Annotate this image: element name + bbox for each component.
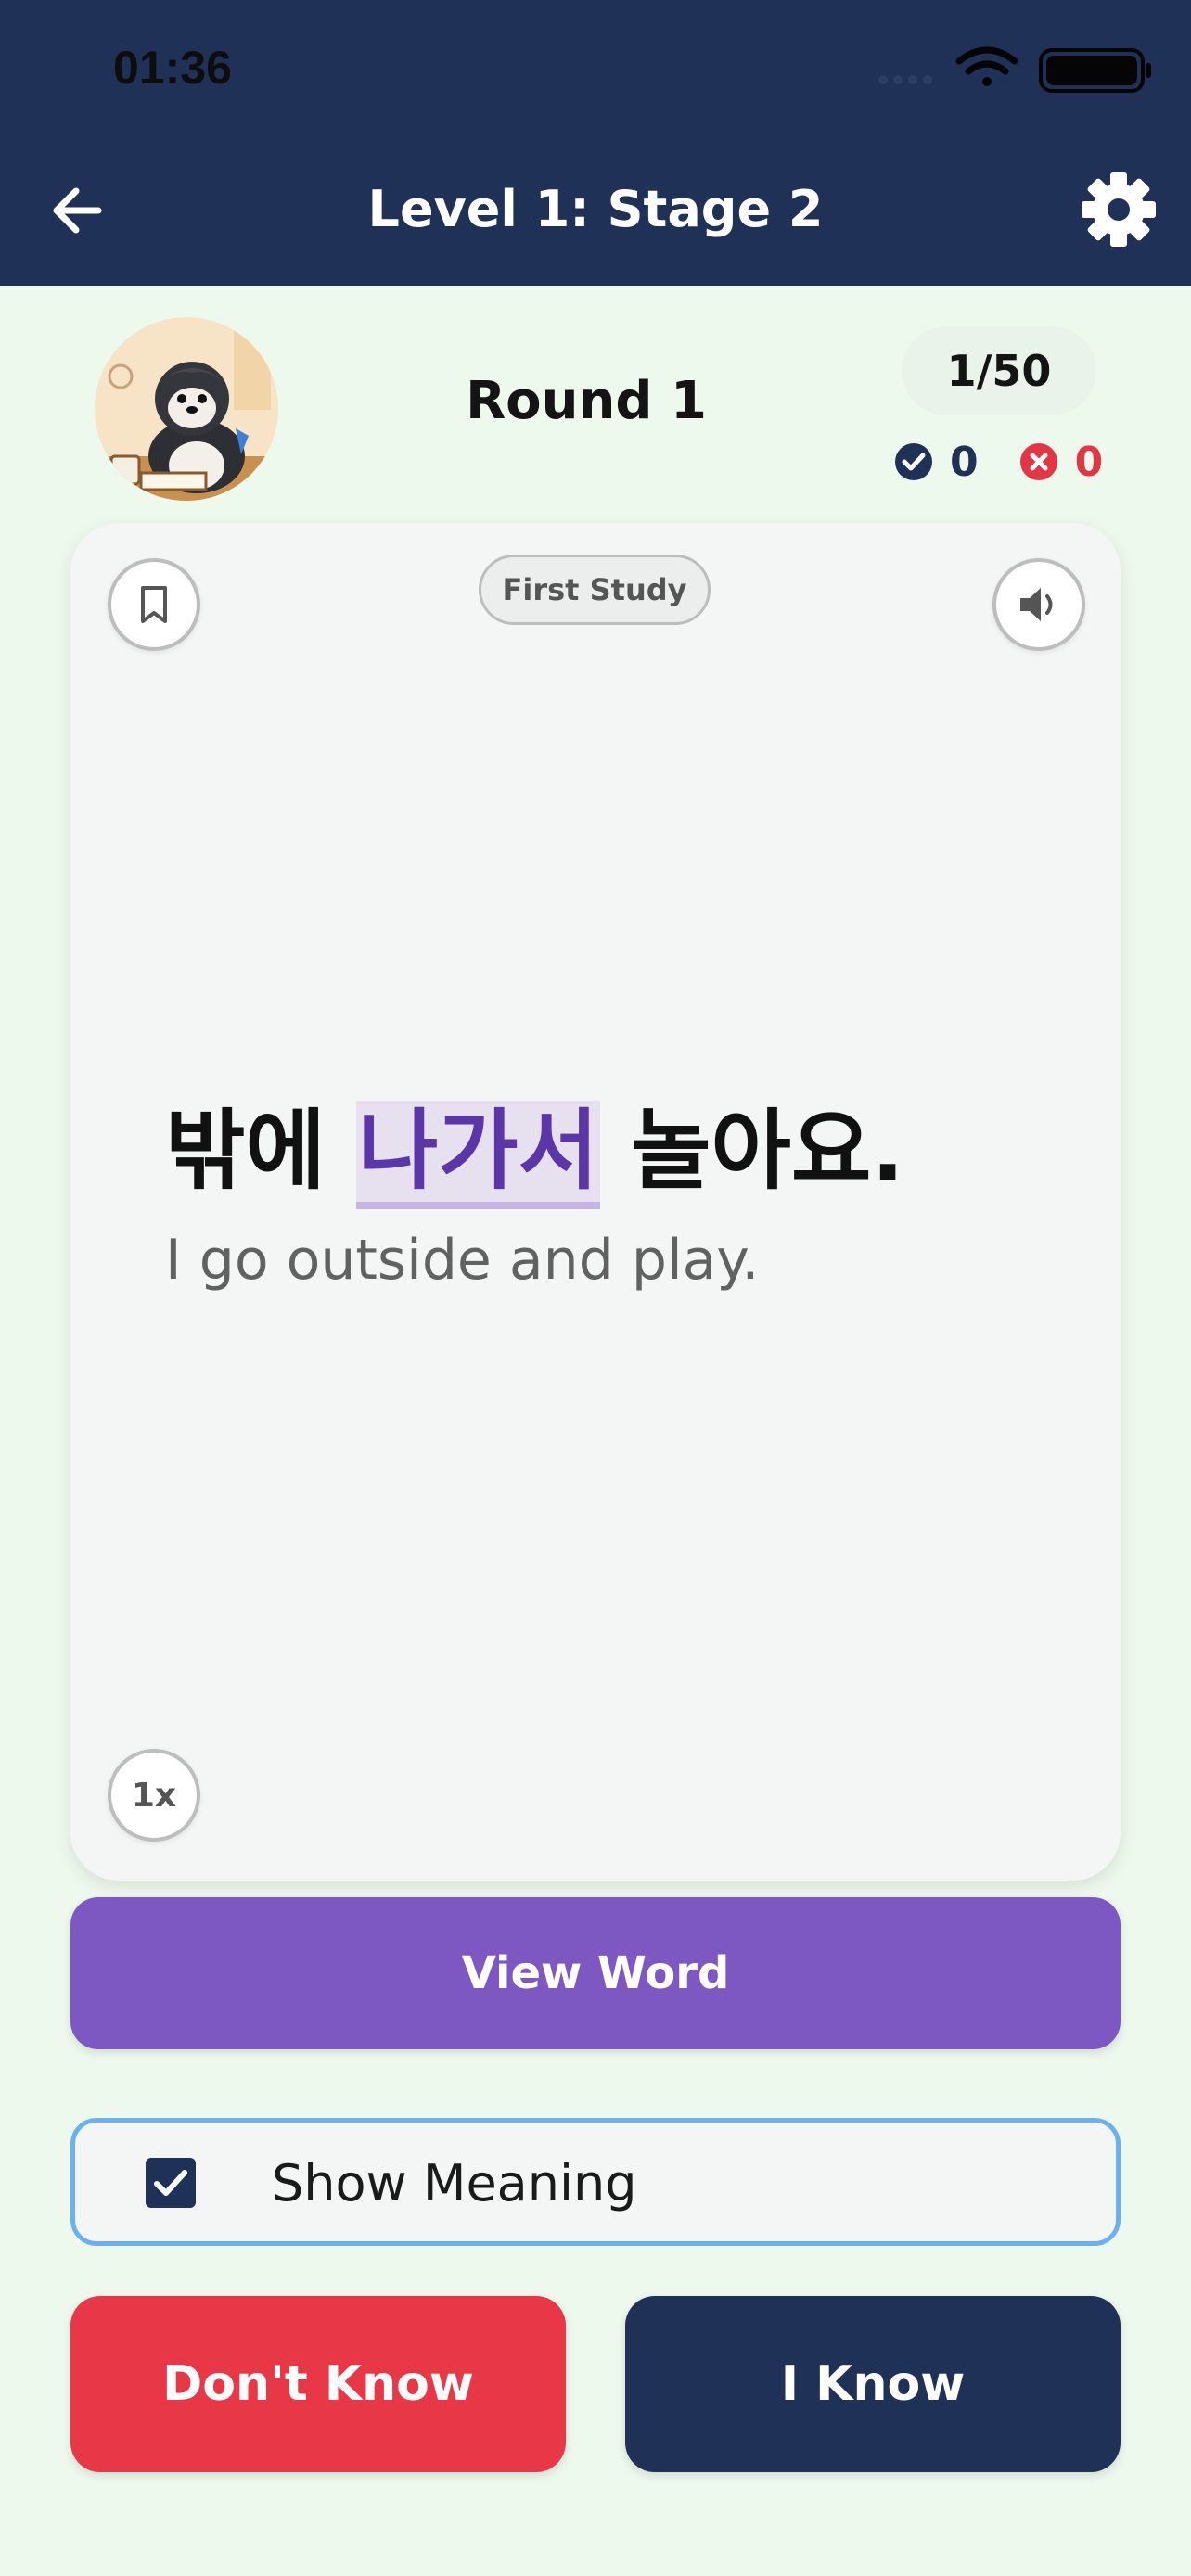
study-status-badge: First Study: [479, 555, 711, 625]
sentence-meaning: I go outside and play.: [165, 1228, 760, 1293]
show-meaning-label: Show Meaning: [272, 2154, 637, 2213]
target-word: 나가서: [355, 1101, 601, 1209]
page-title: Level 1: Stage 2: [367, 180, 824, 238]
flashcard[interactable]: First Study 밖에 나가서 놀아요. I go outside and…: [70, 523, 1121, 1881]
checkmark-icon: [154, 2170, 187, 2196]
unknown-score: 0: [1019, 438, 1104, 486]
known-score: 0: [894, 439, 979, 486]
sentence-before: 밖에: [165, 1101, 356, 1202]
x-circle-icon: [1019, 443, 1057, 480]
app-header: 01:36 Level 1: Stage 2: [0, 0, 1191, 286]
known-count: 0: [950, 438, 979, 486]
progress-counter: 1/50: [902, 326, 1096, 415]
round-label: Round 1: [466, 371, 707, 431]
dont-know-button[interactable]: Don't Know: [70, 2296, 566, 2472]
bookmark-icon: [141, 586, 167, 623]
unknown-count: 0: [1074, 438, 1104, 486]
speaker-icon: [1020, 588, 1053, 621]
example-sentence: 밖에 나가서 놀아요.: [165, 1087, 904, 1217]
avatar: [95, 317, 278, 501]
signal-icon: [878, 75, 932, 84]
settings-button[interactable]: [1076, 167, 1161, 252]
wifi-icon: [955, 46, 1018, 86]
play-audio-button[interactable]: [992, 558, 1085, 651]
i-know-button[interactable]: I Know: [625, 2296, 1121, 2472]
check-circle-icon: [895, 443, 932, 480]
score-row: 0 0: [894, 434, 1103, 490]
battery-icon: [1039, 48, 1151, 93]
show-meaning-toggle[interactable]: Show Meaning: [70, 2118, 1121, 2246]
gear-icon: [1082, 172, 1156, 247]
playback-speed-button[interactable]: 1x: [108, 1749, 200, 1842]
bookmark-button[interactable]: [108, 558, 200, 651]
status-icons: [878, 46, 1151, 93]
view-word-button[interactable]: View Word: [70, 1897, 1121, 2049]
status-time: 01:36: [113, 42, 232, 94]
show-meaning-checkbox[interactable]: [146, 2158, 196, 2208]
sentence-after: 놀아요.: [600, 1101, 905, 1202]
